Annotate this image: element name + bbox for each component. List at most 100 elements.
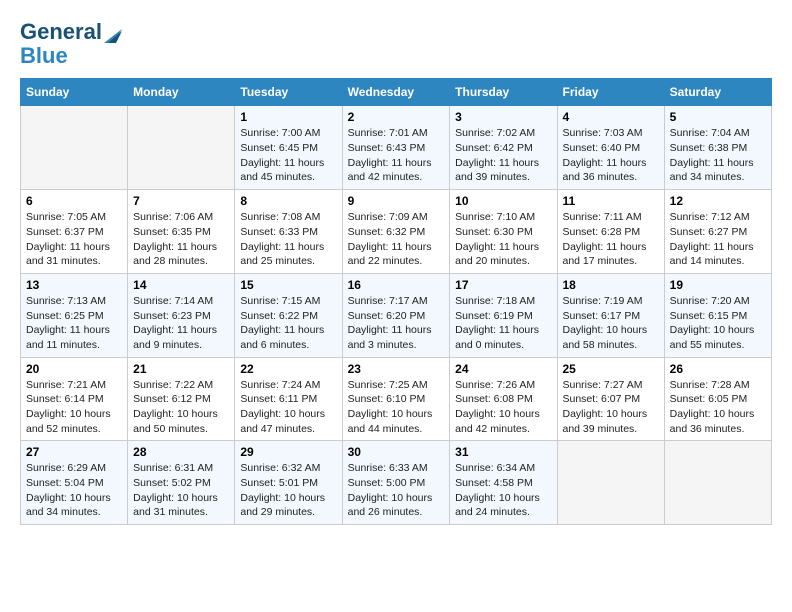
calendar-cell: 19 Sunrise: 7:20 AM Sunset: 6:15 PM Dayli…	[664, 273, 771, 357]
day-number: 2	[348, 110, 445, 124]
calendar-cell: 10 Sunrise: 7:10 AM Sunset: 6:30 PM Dayli…	[450, 190, 557, 274]
day-number: 24	[455, 362, 551, 376]
calendar-cell: 9 Sunrise: 7:09 AM Sunset: 6:32 PM Daylig…	[342, 190, 450, 274]
day-info: Sunrise: 7:25 AM Sunset: 6:10 PM Dayligh…	[348, 378, 445, 437]
day-number: 18	[563, 278, 659, 292]
calendar-table: SundayMondayTuesdayWednesdayThursdayFrid…	[20, 78, 772, 525]
day-number: 15	[240, 278, 336, 292]
day-info: Sunrise: 6:32 AM Sunset: 5:01 PM Dayligh…	[240, 461, 336, 520]
calendar-cell	[664, 441, 771, 525]
day-info: Sunrise: 7:27 AM Sunset: 6:07 PM Dayligh…	[563, 378, 659, 437]
calendar-cell: 15 Sunrise: 7:15 AM Sunset: 6:22 PM Dayli…	[235, 273, 342, 357]
day-info: Sunrise: 7:13 AM Sunset: 6:25 PM Dayligh…	[26, 294, 122, 353]
calendar-cell: 29 Sunrise: 6:32 AM Sunset: 5:01 PM Dayli…	[235, 441, 342, 525]
calendar-cell: 16 Sunrise: 7:17 AM Sunset: 6:20 PM Dayli…	[342, 273, 450, 357]
calendar-week-row: 6Sunrise: 7:05 AM Sunset: 6:37 PM Daylig…	[21, 190, 772, 274]
column-header-tuesday: Tuesday	[235, 79, 342, 106]
calendar-week-row: 1 Sunrise: 7:00 AM Sunset: 6:45 PM Daylig…	[21, 106, 772, 190]
day-number: 25	[563, 362, 659, 376]
day-info: Sunrise: 7:10 AM Sunset: 6:30 PM Dayligh…	[455, 210, 551, 269]
day-number: 14	[133, 278, 229, 292]
day-number: 9	[348, 194, 445, 208]
day-info: Sunrise: 7:26 AM Sunset: 6:08 PM Dayligh…	[455, 378, 551, 437]
calendar-week-row: 13 Sunrise: 7:13 AM Sunset: 6:25 PM Dayli…	[21, 273, 772, 357]
day-info: Sunrise: 7:00 AM Sunset: 6:45 PM Dayligh…	[240, 126, 336, 185]
day-info: Sunrise: 7:21 AM Sunset: 6:14 PM Dayligh…	[26, 378, 122, 437]
day-number: 8	[240, 194, 336, 208]
logo-text-blue: Blue	[20, 44, 122, 68]
day-number: 19	[670, 278, 766, 292]
calendar-cell: 27 Sunrise: 6:29 AM Sunset: 5:04 PM Dayli…	[21, 441, 128, 525]
day-number: 17	[455, 278, 551, 292]
calendar-cell	[128, 106, 235, 190]
day-number: 26	[670, 362, 766, 376]
day-number: 22	[240, 362, 336, 376]
day-info: Sunrise: 7:08 AM Sunset: 6:33 PM Dayligh…	[240, 210, 336, 269]
calendar-cell: 14 Sunrise: 7:14 AM Sunset: 6:23 PM Dayli…	[128, 273, 235, 357]
day-number: 31	[455, 445, 551, 459]
calendar-cell: 5 Sunrise: 7:04 AM Sunset: 6:38 PM Daylig…	[664, 106, 771, 190]
calendar-cell: 28 Sunrise: 6:31 AM Sunset: 5:02 PM Dayli…	[128, 441, 235, 525]
logo-bird-icon	[104, 23, 122, 43]
day-info: Sunrise: 7:24 AM Sunset: 6:11 PM Dayligh…	[240, 378, 336, 437]
day-info: Sunrise: 7:06 AM Sunset: 6:35 PM Dayligh…	[133, 210, 229, 269]
calendar-cell: 23 Sunrise: 7:25 AM Sunset: 6:10 PM Dayli…	[342, 357, 450, 441]
calendar-cell: 21Sunrise: 7:22 AM Sunset: 6:12 PM Dayli…	[128, 357, 235, 441]
day-info: Sunrise: 7:14 AM Sunset: 6:23 PM Dayligh…	[133, 294, 229, 353]
day-info: Sunrise: 7:12 AM Sunset: 6:27 PM Dayligh…	[670, 210, 766, 269]
day-info: Sunrise: 7:17 AM Sunset: 6:20 PM Dayligh…	[348, 294, 445, 353]
calendar-cell: 24 Sunrise: 7:26 AM Sunset: 6:08 PM Dayli…	[450, 357, 557, 441]
day-info: Sunrise: 7:02 AM Sunset: 6:42 PM Dayligh…	[455, 126, 551, 185]
calendar-cell	[21, 106, 128, 190]
column-header-thursday: Thursday	[450, 79, 557, 106]
day-number: 23	[348, 362, 445, 376]
day-info: Sunrise: 7:05 AM Sunset: 6:37 PM Dayligh…	[26, 210, 122, 269]
day-number: 7	[133, 194, 229, 208]
logo-text-general: General	[20, 20, 102, 44]
day-info: Sunrise: 6:29 AM Sunset: 5:04 PM Dayligh…	[26, 461, 122, 520]
calendar-cell: 20 Sunrise: 7:21 AM Sunset: 6:14 PM Dayli…	[21, 357, 128, 441]
day-info: Sunrise: 7:20 AM Sunset: 6:15 PM Dayligh…	[670, 294, 766, 353]
day-number: 12	[670, 194, 766, 208]
day-info: Sunrise: 7:04 AM Sunset: 6:38 PM Dayligh…	[670, 126, 766, 185]
calendar-cell: 11Sunrise: 7:11 AM Sunset: 6:28 PM Dayli…	[557, 190, 664, 274]
calendar-cell	[557, 441, 664, 525]
calendar-cell: 1 Sunrise: 7:00 AM Sunset: 6:45 PM Daylig…	[235, 106, 342, 190]
column-header-friday: Friday	[557, 79, 664, 106]
day-info: Sunrise: 7:01 AM Sunset: 6:43 PM Dayligh…	[348, 126, 445, 185]
day-info: Sunrise: 7:15 AM Sunset: 6:22 PM Dayligh…	[240, 294, 336, 353]
day-info: Sunrise: 6:34 AM Sunset: 4:58 PM Dayligh…	[455, 461, 551, 520]
day-number: 20	[26, 362, 122, 376]
day-number: 4	[563, 110, 659, 124]
day-info: Sunrise: 6:31 AM Sunset: 5:02 PM Dayligh…	[133, 461, 229, 520]
day-info: Sunrise: 7:18 AM Sunset: 6:19 PM Dayligh…	[455, 294, 551, 353]
calendar-cell: 25 Sunrise: 7:27 AM Sunset: 6:07 PM Dayli…	[557, 357, 664, 441]
day-info: Sunrise: 7:11 AM Sunset: 6:28 PM Dayligh…	[563, 210, 659, 269]
day-info: Sunrise: 7:19 AM Sunset: 6:17 PM Dayligh…	[563, 294, 659, 353]
calendar-cell: 18 Sunrise: 7:19 AM Sunset: 6:17 PM Dayli…	[557, 273, 664, 357]
day-number: 10	[455, 194, 551, 208]
calendar-cell: 6Sunrise: 7:05 AM Sunset: 6:37 PM Daylig…	[21, 190, 128, 274]
logo: General Blue	[20, 20, 122, 68]
day-number: 16	[348, 278, 445, 292]
column-header-sunday: Sunday	[21, 79, 128, 106]
day-number: 13	[26, 278, 122, 292]
calendar-cell: 8 Sunrise: 7:08 AM Sunset: 6:33 PM Daylig…	[235, 190, 342, 274]
day-info: Sunrise: 7:28 AM Sunset: 6:05 PM Dayligh…	[670, 378, 766, 437]
calendar-cell: 22 Sunrise: 7:24 AM Sunset: 6:11 PM Dayli…	[235, 357, 342, 441]
calendar-cell: 17 Sunrise: 7:18 AM Sunset: 6:19 PM Dayli…	[450, 273, 557, 357]
column-header-saturday: Saturday	[664, 79, 771, 106]
day-number: 27	[26, 445, 122, 459]
column-header-monday: Monday	[128, 79, 235, 106]
day-number: 28	[133, 445, 229, 459]
day-number: 30	[348, 445, 445, 459]
day-number: 1	[240, 110, 336, 124]
calendar-cell: 30Sunrise: 6:33 AM Sunset: 5:00 PM Dayli…	[342, 441, 450, 525]
day-number: 29	[240, 445, 336, 459]
day-info: Sunrise: 7:09 AM Sunset: 6:32 PM Dayligh…	[348, 210, 445, 269]
calendar-cell: 3Sunrise: 7:02 AM Sunset: 6:42 PM Daylig…	[450, 106, 557, 190]
calendar-cell: 7 Sunrise: 7:06 AM Sunset: 6:35 PM Daylig…	[128, 190, 235, 274]
day-number: 5	[670, 110, 766, 124]
calendar-cell: 12 Sunrise: 7:12 AM Sunset: 6:27 PM Dayli…	[664, 190, 771, 274]
column-header-wednesday: Wednesday	[342, 79, 450, 106]
